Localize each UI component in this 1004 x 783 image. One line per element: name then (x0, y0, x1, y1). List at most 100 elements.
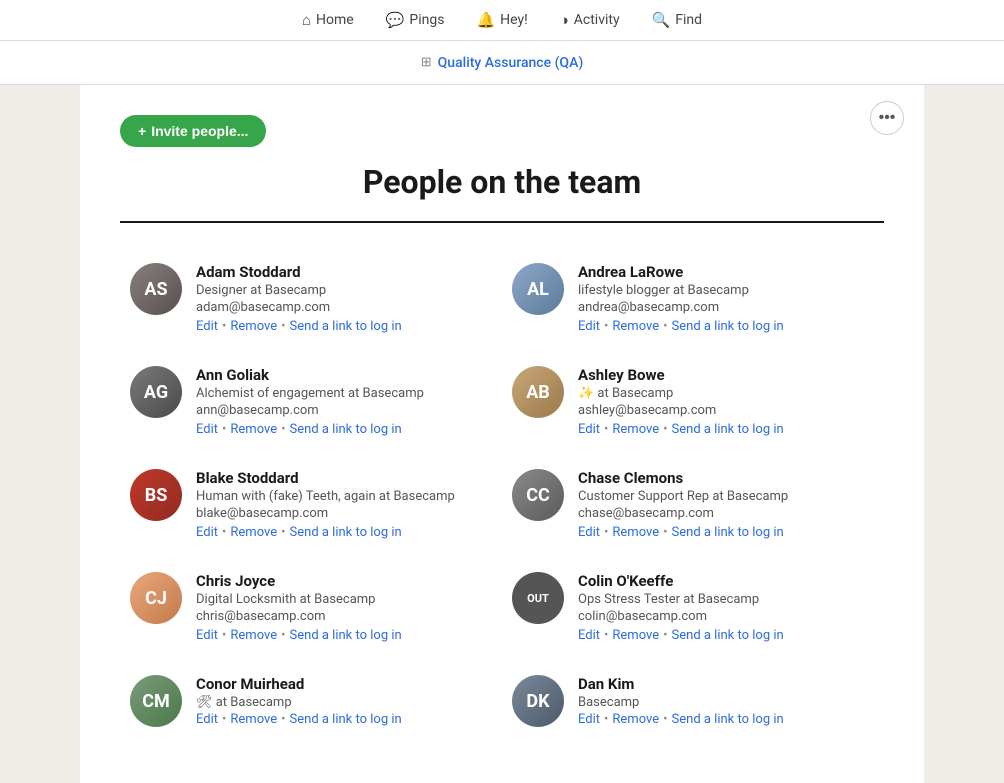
action-edit[interactable]: Edit (196, 319, 218, 334)
action-remove[interactable]: Remove (230, 525, 277, 540)
person-item: ALAndrea LaRowelifestyle blogger at Base… (502, 247, 884, 350)
person-role: Human with (fake) Teeth, again at Baseca… (196, 489, 492, 504)
person-info: Ann Goliak Alchemist of engagement at Bas… (196, 366, 492, 437)
person-name: Colin O'Keeffe (578, 572, 874, 590)
hey-icon: 🔔 (476, 11, 495, 29)
action-separator: • (604, 712, 608, 727)
person-role: Designer at Basecamp (196, 283, 492, 298)
nav-activity-label: Activity (574, 12, 620, 28)
action-edit[interactable]: Edit (578, 712, 600, 727)
person-item: CJChris JoyceDigital Locksmith at Baseca… (120, 556, 502, 659)
action-remove[interactable]: Remove (612, 525, 659, 540)
breadcrumb-bar: ⊞ Quality Assurance (QA) (0, 41, 1004, 85)
person-actions: Edit • Remove • Send a link to log in (578, 422, 874, 437)
person-email: colin@basecamp.com (578, 609, 874, 624)
avatar: OUT (512, 572, 564, 624)
person-name: Blake Stoddard (196, 469, 492, 487)
action-separator: • (604, 422, 608, 437)
action-send-a-link-to-log-in[interactable]: Send a link to log in (672, 319, 784, 334)
action-separator: • (663, 712, 667, 727)
more-options-button[interactable]: ••• (870, 101, 904, 135)
avatar: CC (512, 469, 564, 521)
nav-hey[interactable]: 🔔 Hey! (476, 11, 527, 29)
person-email: ashley@basecamp.com (578, 403, 874, 418)
person-actions: Edit • Remove • Send a link to log in (196, 319, 492, 334)
person-role: ✨ at Basecamp (578, 386, 874, 401)
person-name: Ann Goliak (196, 366, 492, 384)
action-edit[interactable]: Edit (196, 712, 218, 727)
nav-find[interactable]: 🔍 Find (652, 11, 702, 29)
invite-people-button[interactable]: + Invite people... (120, 115, 266, 147)
action-separator: • (663, 319, 667, 334)
action-edit[interactable]: Edit (578, 422, 600, 437)
top-navigation: ⌂ Home 💬 Pings 🔔 Hey! ◑ Activity 🔍 Find (0, 0, 1004, 41)
action-send-a-link-to-log-in[interactable]: Send a link to log in (672, 525, 784, 540)
action-separator: • (604, 319, 608, 334)
person-actions: Edit • Remove • Send a link to log in (196, 712, 492, 727)
action-remove[interactable]: Remove (230, 422, 277, 437)
person-info: Dan KimBasecampEdit • Remove • Send a li… (578, 675, 874, 727)
action-separator: • (281, 712, 285, 727)
action-separator: • (222, 712, 226, 727)
action-edit[interactable]: Edit (578, 319, 600, 334)
person-item: AB Ashley Bowe ✨ at Basecamp ashley@basecam… (502, 350, 884, 453)
person-item: AS Adam Stoddard Designer at Basecamp adam@… (120, 247, 502, 350)
person-role: lifestyle blogger at Basecamp (578, 283, 874, 298)
action-separator: • (604, 525, 608, 540)
person-email: blake@basecamp.com (196, 506, 492, 521)
action-remove[interactable]: Remove (230, 319, 277, 334)
action-remove[interactable]: Remove (230, 712, 277, 727)
title-divider (120, 221, 884, 223)
action-remove[interactable]: Remove (612, 422, 659, 437)
find-icon: 🔍 (652, 11, 671, 29)
avatar: AS (130, 263, 182, 315)
person-role: Alchemist of engagement at Basecamp (196, 386, 492, 401)
nav-pings[interactable]: 💬 Pings (386, 11, 445, 29)
person-item: DKDan KimBasecampEdit • Remove • Send a … (502, 659, 884, 743)
person-item: CMConor Muirhead🛠 at BasecampEdit • Remo… (120, 659, 502, 743)
breadcrumb-link[interactable]: Quality Assurance (QA) (438, 55, 584, 71)
person-role: 🛠 at Basecamp (196, 695, 492, 710)
action-remove[interactable]: Remove (612, 319, 659, 334)
action-remove[interactable]: Remove (612, 712, 659, 727)
person-name: Chase Clemons (578, 469, 874, 487)
person-info: Chase Clemons Customer Support Rep at Bas… (578, 469, 874, 540)
nav-activity[interactable]: ◑ Activity (560, 11, 620, 29)
person-role: Customer Support Rep at Basecamp (578, 489, 874, 504)
invite-label: Invite people... (151, 123, 248, 139)
person-actions: Edit • Remove • Send a link to log in (578, 712, 874, 727)
action-separator: • (222, 422, 226, 437)
person-actions: Edit • Remove • Send a link to log in (578, 525, 874, 540)
action-edit[interactable]: Edit (578, 525, 600, 540)
person-name: Ashley Bowe (578, 366, 874, 384)
person-name: Adam Stoddard (196, 263, 492, 281)
action-separator: • (281, 525, 285, 540)
person-item: AG Ann Goliak Alchemist of engagement at B… (120, 350, 502, 453)
person-info: Andrea LaRowelifestyle blogger at Baseca… (578, 263, 874, 334)
action-send-a-link-to-log-in[interactable]: Send a link to log in (290, 525, 402, 540)
action-separator: • (222, 319, 226, 334)
person-email: andrea@basecamp.com (578, 300, 874, 315)
avatar: AG (130, 366, 182, 418)
action-edit[interactable]: Edit (196, 525, 218, 540)
person-item: CC Chase Clemons Customer Support Rep at B… (502, 453, 884, 556)
main-content: ••• + Invite people... People on the tea… (80, 85, 924, 783)
action-send-a-link-to-log-in[interactable]: Send a link to log in (672, 422, 784, 437)
person-email: adam@basecamp.com (196, 300, 492, 315)
nav-pings-label: Pings (409, 12, 444, 28)
avatar: AB (512, 366, 564, 418)
grid-icon: ⊞ (421, 55, 432, 70)
action-send-a-link-to-log-in[interactable]: Send a link to log in (290, 319, 402, 334)
action-send-a-link-to-log-in[interactable]: Send a link to log in (672, 712, 784, 727)
action-send-a-link-to-log-in[interactable]: Send a link to log in (290, 422, 402, 437)
person-role: Digital Locksmith at Basecamp (196, 592, 492, 607)
person-info: Ashley Bowe ✨ at Basecamp ashley@basecamp.… (578, 366, 874, 437)
action-separator: • (663, 422, 667, 437)
nav-home[interactable]: ⌂ Home (302, 11, 354, 29)
avatar: CJ (130, 572, 182, 624)
person-name: Conor Muirhead (196, 675, 492, 693)
people-grid: AS Adam Stoddard Designer at Basecamp adam@… (120, 247, 884, 743)
action-send-a-link-to-log-in[interactable]: Send a link to log in (290, 712, 402, 727)
avatar: BS (130, 469, 182, 521)
action-edit[interactable]: Edit (196, 422, 218, 437)
